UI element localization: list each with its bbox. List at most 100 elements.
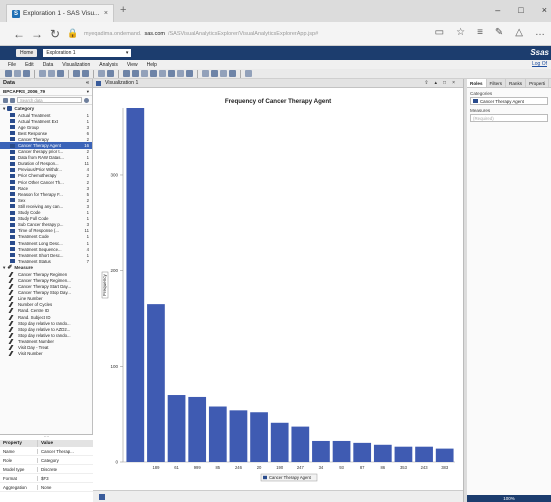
undo-icon[interactable] — [39, 70, 46, 77]
redo-icon[interactable] — [48, 70, 55, 77]
heat-map-icon[interactable] — [168, 70, 175, 77]
property-row[interactable]: Role Category — [0, 456, 93, 465]
new-tab-button[interactable]: + — [120, 4, 126, 16]
tab-ranks[interactable]: Ranks — [506, 79, 527, 87]
data-source-select[interactable]: BPCAPRS_2006_79 ▾ — [0, 88, 92, 96]
network-icon[interactable] — [229, 70, 236, 77]
category-item-label: Sex — [18, 197, 26, 203]
new-visualization-icon[interactable] — [73, 70, 80, 77]
save-icon[interactable] — [23, 70, 30, 77]
url-prefix: myeqadima.ondemand. — [84, 31, 142, 37]
scatter-icon[interactable] — [141, 70, 148, 77]
measure-item[interactable]: Treatment Number — [0, 338, 92, 344]
x-tick-label: 34 — [319, 465, 324, 470]
open-icon[interactable] — [14, 70, 21, 77]
table-icon[interactable] — [107, 70, 114, 77]
toolbar-divider — [118, 69, 119, 78]
menu-item-visualization[interactable]: Visualization — [62, 62, 90, 68]
details-icon[interactable] — [99, 494, 105, 500]
measure-item[interactable]: Stop day relative to rando... — [0, 320, 92, 326]
tab-roles[interactable]: Roles — [467, 79, 487, 87]
category-item-count: 3 — [86, 185, 89, 191]
menu-item-help[interactable]: Help — [147, 62, 157, 68]
bubble-icon[interactable] — [177, 70, 184, 77]
category-item-label: Still receiving any can... — [18, 203, 64, 209]
menu-item-analysis[interactable]: Analysis — [99, 62, 118, 68]
data-options-icon[interactable] — [3, 97, 8, 103]
measure-item[interactable]: Visit Number — [0, 351, 92, 357]
home-button[interactable]: Home — [16, 49, 38, 57]
category-icon — [10, 173, 15, 178]
auto-chart-icon[interactable] — [98, 70, 105, 77]
y-tick-label: 100 — [110, 364, 118, 369]
menu-item-file[interactable]: File — [8, 62, 16, 68]
geo-map-icon[interactable] — [220, 70, 227, 77]
visualization-controls: ⇧ ▴ □ × — [424, 80, 455, 86]
sas-favicon-icon: S — [12, 9, 20, 18]
category-item-label: Best Response — [18, 130, 48, 136]
menu-item-edit[interactable]: Edit — [25, 62, 34, 68]
search-icon[interactable] — [84, 97, 89, 103]
tab-properti[interactable]: Properti — [526, 79, 550, 87]
measure-item[interactable]: Rand. Subject ID — [0, 314, 92, 320]
histogram-icon[interactable] — [150, 70, 157, 77]
close-icon[interactable]: × — [452, 80, 455, 86]
hub-icon[interactable]: ≡ — [477, 27, 483, 38]
property-row[interactable]: Aggregation None — [0, 483, 93, 492]
line-chart-icon[interactable] — [132, 70, 139, 77]
tab-filters[interactable]: Filters — [487, 79, 507, 87]
category-icon — [10, 149, 15, 154]
category-icon — [10, 143, 15, 148]
log-off-link[interactable]: Log Of — [532, 61, 547, 67]
share-icon[interactable]: △ — [515, 27, 523, 38]
correlation-icon[interactable] — [202, 70, 209, 77]
box-plot-icon[interactable] — [159, 70, 166, 77]
minimize-icon[interactable]: ▴ — [435, 80, 438, 86]
refresh-icon[interactable]: ↻ — [46, 27, 64, 41]
measures-role-slot[interactable]: (Required) — [470, 114, 548, 122]
category-icon — [10, 125, 15, 130]
treemap-icon[interactable] — [186, 70, 193, 77]
y-axis-label: Frequency — [102, 273, 107, 295]
report-select[interactable]: Exploration 1 ▾ — [43, 49, 132, 57]
category-icon — [10, 192, 15, 197]
collapse-pane-icon[interactable]: « — [86, 80, 89, 86]
bar-chart-icon[interactable] — [123, 70, 130, 77]
menu-item-data[interactable]: Data — [43, 62, 54, 68]
close-window-button[interactable]: × — [542, 5, 547, 15]
property-name: Name — [0, 448, 38, 454]
back-arrow-icon[interactable]: ← — [10, 27, 28, 41]
search-input[interactable]: Search data — [17, 97, 82, 103]
forward-arrow-icon[interactable]: → — [28, 27, 46, 41]
property-row[interactable]: Format $F3 — [0, 474, 93, 483]
restore-icon[interactable]: □ — [443, 80, 446, 86]
favorite-star-icon[interactable]: ☆ — [456, 27, 465, 38]
categories-role-slot[interactable]: Cancer Therapy Agent — [470, 97, 548, 105]
measure-item[interactable]: Stop day relative to rando... — [0, 332, 92, 338]
measure-item[interactable]: Cancer Therapy Regimen — [0, 271, 92, 277]
category-item-count: 2 — [86, 173, 89, 179]
address-bar[interactable]: myeqadima.ondemand. sas.com/SASVisualAnal… — [84, 27, 414, 41]
maximize-icon[interactable]: ⇧ — [424, 80, 428, 86]
minimize-button[interactable]: – — [495, 5, 500, 15]
more-charts-icon[interactable] — [245, 70, 252, 77]
visualization-tab[interactable]: Visualization 1 — [105, 80, 138, 86]
filter-icon[interactable] — [10, 97, 15, 103]
measures-role-placeholder: (Required) — [473, 115, 494, 121]
maximize-button[interactable]: □ — [518, 5, 523, 15]
property-row[interactable]: Name Cancer Therap... — [0, 447, 93, 456]
category-group-header[interactable]: ▾ Category — [0, 105, 92, 112]
notes-icon[interactable]: ✎ — [495, 27, 503, 38]
property-row[interactable]: Model type Discrete — [0, 465, 93, 474]
measure-group-header[interactable]: ▾ ✐ Measure — [0, 264, 92, 272]
menu-item-view[interactable]: View — [127, 62, 138, 68]
reading-view-icon[interactable]: ▭ — [435, 27, 444, 38]
print-icon[interactable] — [57, 70, 64, 77]
forecast-icon[interactable] — [211, 70, 218, 77]
tab-close-icon[interactable]: × — [104, 10, 108, 17]
new-icon[interactable] — [5, 70, 12, 77]
layout-icon[interactable] — [82, 70, 89, 77]
measure-item[interactable]: Stop day relative to AZD2... — [0, 326, 92, 332]
browser-tab[interactable]: S Exploration 1 - SAS Visu... × — [6, 4, 114, 22]
more-icon[interactable]: … — [535, 27, 545, 38]
